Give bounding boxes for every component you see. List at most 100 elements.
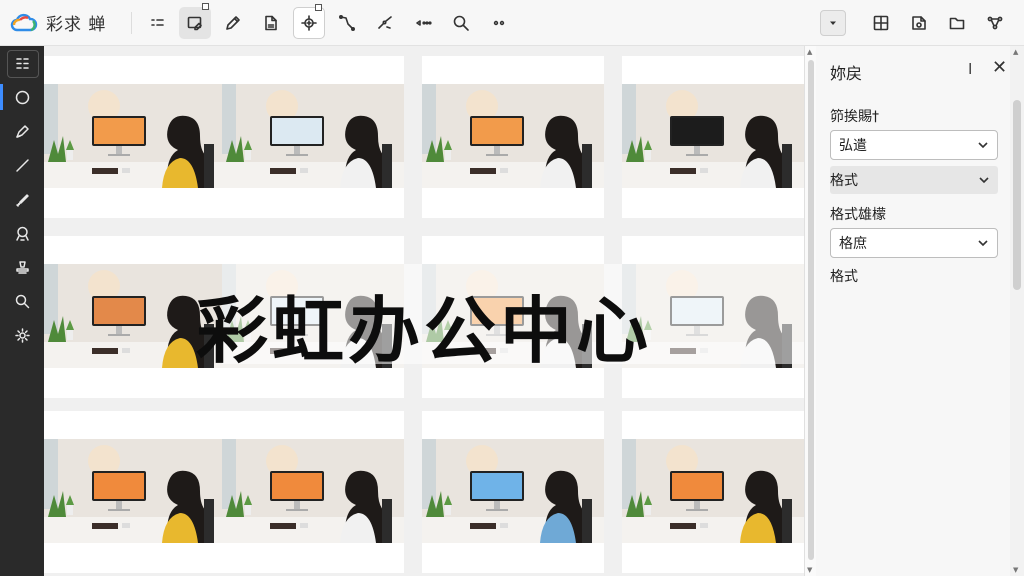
transform-icon xyxy=(301,14,317,31)
office-photo xyxy=(622,439,804,543)
office-photo xyxy=(44,439,226,543)
path-icon xyxy=(338,14,356,31)
thumbnail-card[interactable] xyxy=(622,411,804,573)
list-icon xyxy=(151,18,164,26)
path-tool-button[interactable] xyxy=(331,7,363,39)
page-button[interactable] xyxy=(903,7,935,39)
thumbnail-card[interactable] xyxy=(44,411,226,573)
canvas-scrollbar[interactable]: ▲ ▼ xyxy=(804,46,816,576)
document-icon xyxy=(265,15,277,30)
property-select-1[interactable]: 弘遣 xyxy=(830,130,998,160)
dots-arrow-tool-button[interactable] xyxy=(407,7,439,39)
more-tool-button[interactable] xyxy=(483,7,515,39)
scroll-up-icon[interactable]: ▲ xyxy=(1013,48,1018,56)
settings-icon xyxy=(14,327,30,343)
app-title: 彩求 蝉 xyxy=(46,15,107,35)
search-icon xyxy=(453,15,469,31)
app-window: 彩求 蝉 彩虹办公中心 ▲ ▼ 妳戻 I ✕ 笷挨賜† 弘遣 格式 格式雄檬 格… xyxy=(0,0,1024,576)
office-photo xyxy=(622,84,804,188)
thumbnail-card[interactable] xyxy=(222,56,404,218)
office-photo xyxy=(222,439,404,543)
format-section-label: 格式 xyxy=(830,173,858,189)
brush-tool[interactable] xyxy=(0,182,44,216)
thumbnail-card[interactable] xyxy=(622,56,804,218)
dots-arrow-icon xyxy=(416,19,432,26)
chevron-down-icon xyxy=(977,237,989,249)
thumbnail-card[interactable] xyxy=(422,56,604,218)
property-label-1: 笷挨賜† xyxy=(830,109,879,125)
brush-icon xyxy=(15,193,29,207)
badge-icon xyxy=(315,3,322,11)
share-button[interactable] xyxy=(979,7,1011,39)
share-icon xyxy=(987,16,1003,30)
property-label-3: 格式 xyxy=(830,269,858,285)
dropdown-icon xyxy=(830,21,836,25)
layers-tool[interactable] xyxy=(0,46,44,80)
thumbnail-card[interactable] xyxy=(222,411,404,573)
scroll-up-icon[interactable]: ▲ xyxy=(807,48,812,56)
office-photo xyxy=(422,439,604,543)
layers-icon xyxy=(15,57,29,69)
pen-icon xyxy=(15,124,29,138)
scroll-down-icon[interactable]: ▼ xyxy=(1013,566,1018,574)
lasso-icon xyxy=(15,226,29,241)
line-tool[interactable] xyxy=(0,148,44,182)
property-select-1-value: 弘遣 xyxy=(839,138,867,154)
cloud-logo-icon xyxy=(10,13,38,31)
chevron-down-icon xyxy=(978,174,990,186)
folder-icon xyxy=(949,17,965,30)
frame-edit-icon xyxy=(187,16,202,30)
format-section-row[interactable]: 格式 xyxy=(830,166,998,194)
pencil-tool-button[interactable] xyxy=(217,7,249,39)
canvas-scroll-thumb[interactable] xyxy=(808,60,814,560)
panel-title: 妳戻 xyxy=(830,64,863,83)
line-icon xyxy=(15,158,29,172)
canvas-area[interactable]: 彩虹办公中心 xyxy=(44,46,804,576)
app-logo: 彩求 蝉 xyxy=(10,10,125,35)
top-toolbar: 彩求 蝉 xyxy=(0,0,1024,46)
pencil-icon xyxy=(226,15,240,30)
office-photo xyxy=(44,84,226,188)
scatter-tool-button[interactable] xyxy=(369,7,401,39)
zoom-tool[interactable] xyxy=(0,284,44,318)
view-dropdown-button[interactable] xyxy=(820,10,846,36)
properties-panel: 妳戻 I ✕ 笷挨賜† 弘遣 格式 格式雄檬 格庶 格式 xyxy=(816,46,1010,576)
stamp-tool[interactable] xyxy=(0,250,44,284)
panel-scrollbar[interactable]: ▲ ▼ xyxy=(1010,46,1024,576)
left-tool-sidebar xyxy=(0,46,44,576)
toolbar-divider xyxy=(131,11,132,34)
ellipse-tool[interactable] xyxy=(0,80,44,114)
grid-view-button[interactable] xyxy=(865,7,897,39)
list-tool-button[interactable] xyxy=(141,7,173,39)
badge-icon xyxy=(202,2,209,10)
property-select-2-value: 格庶 xyxy=(839,236,867,252)
toolbar-right-group xyxy=(820,7,1014,39)
property-label-2: 格式雄檬 xyxy=(830,207,886,223)
watermark-overlay xyxy=(222,264,804,364)
ellipse-icon xyxy=(15,90,29,104)
panel-close-button[interactable]: ✕ xyxy=(992,57,1007,78)
chevron-down-icon xyxy=(977,139,989,151)
page-icon xyxy=(912,16,926,30)
settings-tool[interactable] xyxy=(0,318,44,352)
pen-tool[interactable] xyxy=(0,114,44,148)
folder-button[interactable] xyxy=(941,7,973,39)
scroll-down-icon[interactable]: ▼ xyxy=(807,566,812,574)
stamp-icon xyxy=(15,260,29,274)
thumbnail-card[interactable] xyxy=(44,56,226,218)
document-tool-button[interactable] xyxy=(255,7,287,39)
lasso-tool[interactable] xyxy=(0,216,44,250)
panel-pin-button[interactable]: I xyxy=(968,60,972,78)
office-photo xyxy=(44,264,226,368)
scatter-icon xyxy=(378,15,392,29)
property-select-2[interactable]: 格庶 xyxy=(830,228,998,258)
panel-scroll-thumb[interactable] xyxy=(1013,100,1021,290)
grid-icon xyxy=(873,15,889,31)
transform-tool-button[interactable] xyxy=(293,3,325,39)
thumbnail-card[interactable] xyxy=(44,236,226,398)
search-tool-button[interactable] xyxy=(445,7,477,39)
zoom-icon xyxy=(15,294,29,308)
frame-edit-tool-button[interactable] xyxy=(179,2,211,39)
thumbnail-card[interactable] xyxy=(422,411,604,573)
office-photo xyxy=(222,84,404,188)
